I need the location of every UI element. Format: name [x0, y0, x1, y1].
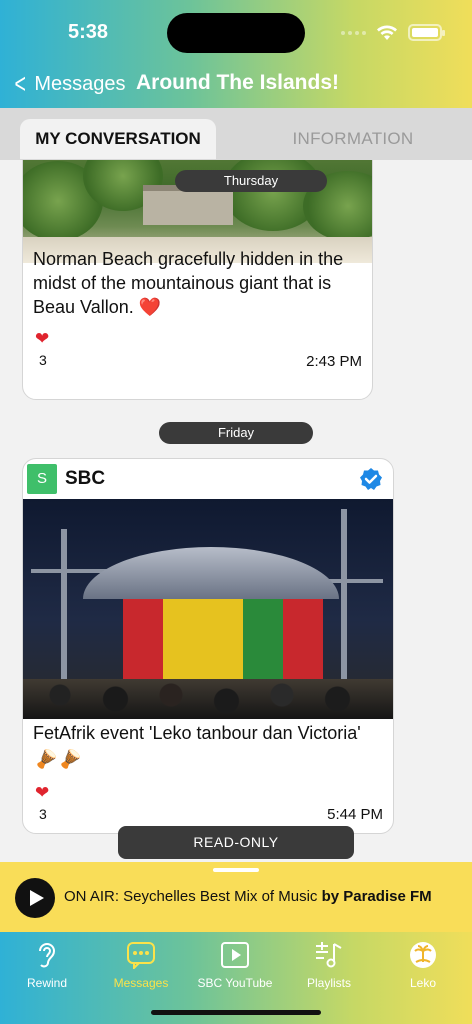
tab-label: Playlists: [306, 976, 351, 990]
post-card[interactable]: S SBC FetAfrik event 'Leko tanbour dan V…: [22, 458, 394, 834]
tab-label: Leko: [409, 976, 437, 990]
battery-icon: [408, 24, 445, 41]
play-box-icon: [221, 942, 249, 968]
dynamic-island: [167, 13, 305, 53]
now-playing-title: ON AIR: Seychelles Best Mix of Music: [64, 888, 322, 905]
sender-name: SBC: [65, 468, 106, 489]
tab-label: Rewind: [26, 976, 68, 990]
chat-icon: [127, 942, 155, 969]
heart-reaction-icon[interactable]: ❤: [35, 783, 49, 803]
playlist-icon: [316, 942, 342, 968]
post-sender: S SBC: [23, 459, 393, 499]
post-card[interactable]: Norman Beach gracefully hidden in the mi…: [22, 160, 373, 400]
drag-handle[interactable]: [213, 868, 259, 872]
like-count: 3: [39, 352, 47, 368]
tab-sbc-youtube[interactable]: SBC YouTube: [188, 938, 282, 990]
message-feed[interactable]: Norman Beach gracefully hidden in the mi…: [0, 160, 472, 862]
tab-label: Messages: [113, 976, 169, 990]
day-divider-friday: Friday: [159, 422, 313, 444]
concert-photo[interactable]: [23, 499, 393, 719]
now-playing-bar[interactable]: ON AIR: Seychelles Best Mix of Music by …: [0, 862, 472, 932]
tab-playlists[interactable]: Playlists: [282, 938, 376, 990]
tab-messages[interactable]: Messages: [94, 938, 188, 990]
chevron-left-icon: <: [14, 68, 26, 99]
now-playing-station: by Paradise FM: [321, 888, 432, 905]
post-time: 2:43 PM: [306, 353, 362, 370]
heart-reaction-icon[interactable]: ❤: [35, 329, 49, 349]
status-time: 5:38: [68, 21, 109, 43]
page-title: Around The Islands!: [136, 71, 340, 94]
now-playing-text: ON AIR: Seychelles Best Mix of Music by …: [64, 888, 432, 905]
post-caption: Norman Beach gracefully hidden in the mi…: [33, 249, 344, 317]
header-bar: 5:38 < Messages Around The Islands!: [0, 0, 472, 108]
status-icons: [341, 24, 445, 41]
day-divider-thursday: Thursday: [175, 170, 327, 192]
back-button[interactable]: < Messages: [12, 68, 126, 99]
tab-label: SBC YouTube: [197, 976, 273, 990]
play-button[interactable]: [15, 878, 55, 918]
tab-rewind[interactable]: Rewind: [0, 938, 94, 990]
cellular-signal-icon: [341, 30, 366, 35]
tab-my-conversation[interactable]: MY CONVERSATION: [20, 119, 216, 159]
ear-icon: [39, 943, 56, 968]
drum-emoji: 🪘🪘: [35, 749, 84, 769]
home-indicator[interactable]: [151, 1010, 321, 1015]
tab-leko[interactable]: Leko: [376, 938, 470, 990]
post-time: 5:44 PM: [327, 806, 383, 823]
verified-badge-icon: [360, 468, 382, 490]
island-logo-icon: [410, 942, 436, 968]
avatar: S: [27, 464, 57, 494]
back-label: Messages: [34, 72, 126, 95]
wifi-icon: [377, 25, 397, 40]
segment-tabs: MY CONVERSATION INFORMATION: [0, 108, 472, 160]
tab-information[interactable]: INFORMATION: [262, 119, 444, 159]
read-only-badge: READ-ONLY: [118, 826, 354, 859]
post-caption: FetAfrik event 'Leko tanbour dan Victori…: [33, 723, 361, 743]
like-count: 3: [39, 806, 47, 822]
nav-bar: < Messages Around The Islands!: [0, 62, 472, 106]
